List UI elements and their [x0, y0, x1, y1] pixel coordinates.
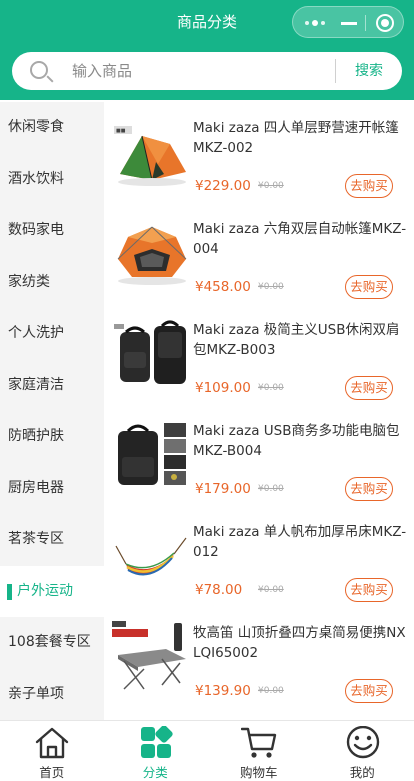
sidebar-item-outdoor-sports[interactable]: 户外运动 — [0, 566, 104, 618]
product-original-price: ¥0.00 — [258, 484, 284, 494]
buy-button[interactable]: 去购买 — [345, 376, 393, 400]
search-button[interactable]: 搜索 — [336, 52, 402, 90]
search-icon — [30, 61, 48, 79]
product-price: ¥109.00 — [195, 380, 251, 396]
tab-category[interactable]: 分类 — [104, 721, 208, 781]
product-price: ¥78.00 — [195, 582, 242, 598]
product-price: ¥179.00 — [195, 481, 251, 497]
product-name: Maki zaza 六角双层自动帐篷MKZ-004 — [193, 219, 407, 259]
tab-profile[interactable]: 我的 — [311, 721, 414, 781]
top-bar: 商品分类 搜索 — [0, 0, 414, 100]
sidebar-item-home-cleaning[interactable]: 家庭清洁 — [0, 360, 104, 412]
product-card[interactable]: Maki zaza USB商务多功能电脑包MKZ-B004 ¥179.00 ¥0… — [104, 405, 414, 506]
product-card[interactable]: Maki zaza 六角双层自动帐篷MKZ-004 ¥458.00 ¥0.00 … — [104, 203, 414, 304]
search-input[interactable] — [72, 59, 330, 83]
svg-text:■■: ■■ — [116, 128, 126, 134]
sidebar-item-label: 厨房电器 — [8, 480, 64, 496]
tab-label: 首页 — [0, 762, 104, 781]
product-card[interactable]: ■■ Maki zaza 四人单层野营速开帐篷MKZ-002 ¥229.00 ¥… — [104, 102, 414, 203]
sidebar-item-home-textiles[interactable]: 家纺类 — [0, 257, 104, 309]
mini-program-capsule — [292, 6, 404, 38]
buy-button[interactable]: 去购买 — [345, 477, 393, 501]
product-image-hexagon-tent[interactable] — [112, 215, 190, 293]
buy-button[interactable]: 去购买 — [345, 174, 393, 198]
cart-icon — [241, 726, 277, 760]
tab-home[interactable]: 首页 — [0, 721, 104, 781]
sidebar-item-drinks[interactable]: 酒水饮料 — [0, 154, 104, 206]
product-original-price: ¥0.00 — [258, 383, 284, 393]
buy-button[interactable]: 去购买 — [345, 578, 393, 602]
product-image-laptop-backpack[interactable] — [112, 417, 190, 495]
product-original-price: ¥0.00 — [258, 181, 284, 191]
sidebar-item-snacks[interactable]: 休闲零食 — [0, 102, 104, 154]
sidebar-item-108-packages[interactable]: 108套餐专区 — [0, 617, 104, 669]
sidebar-item-kitchen-appliances[interactable]: 厨房电器 — [0, 463, 104, 515]
sidebar-item-label: 休闲零食 — [8, 119, 64, 135]
capsule-divider — [365, 15, 366, 31]
minimize-icon[interactable] — [341, 15, 357, 31]
sidebar-item-label: 个人洗护 — [8, 325, 64, 341]
smiley-face-icon — [345, 726, 381, 760]
sidebar-item-label: 防晒护肤 — [8, 428, 64, 444]
product-original-price: ¥0.00 — [258, 585, 284, 595]
buy-button[interactable]: 去购买 — [345, 275, 393, 299]
category-sidebar: 休闲零食 酒水饮料 数码家电 家纺类 个人洗护 家庭清洁 防晒护肤 厨房电器 茗… — [0, 102, 104, 720]
sidebar-item-label: 家庭清洁 — [8, 377, 64, 393]
record-circle-icon[interactable] — [376, 14, 394, 32]
sidebar-item-label: 茗茶专区 — [8, 531, 64, 547]
product-name: Maki zaza USB商务多功能电脑包MKZ-B004 — [193, 421, 407, 461]
product-image-backpack[interactable] — [112, 316, 190, 394]
tab-label: 分类 — [104, 762, 208, 781]
product-original-price: ¥0.00 — [258, 282, 284, 292]
sidebar-item-label: 108套餐专区 — [8, 634, 91, 650]
sidebar-item-label: 亲子单项 — [8, 686, 64, 702]
product-card[interactable]: Maki zaza 单人帆布加厚吊床MKZ-012 ¥78.00 ¥0.00 去… — [104, 506, 414, 607]
sidebar-item-label: 酒水饮料 — [8, 171, 64, 187]
product-list: ■■ Maki zaza 四人单层野营速开帐篷MKZ-002 ¥229.00 ¥… — [104, 102, 414, 720]
home-icon — [34, 726, 70, 760]
sidebar-item-skincare[interactable]: 防晒护肤 — [0, 411, 104, 463]
product-image-tent[interactable]: ■■ — [112, 114, 190, 192]
sidebar-item-tea[interactable]: 茗茶专区 — [0, 514, 104, 566]
tab-cart[interactable]: 购物车 — [207, 721, 311, 781]
buy-button[interactable]: 去购买 — [345, 679, 393, 703]
product-image-folding-table[interactable] — [112, 619, 190, 697]
product-card[interactable]: Maki zaza 极简主义USB休闲双肩包MKZ-B003 ¥109.00 ¥… — [104, 304, 414, 405]
sidebar-item-label: 户外运动 — [8, 583, 73, 599]
product-card[interactable]: 牧高笛 山顶折叠四方桌简易便携NXLQI65002 ¥139.90 ¥0.00 … — [104, 607, 414, 708]
category-grid-icon — [138, 726, 174, 760]
sidebar-item-label: 家纺类 — [8, 274, 50, 290]
sidebar-item-personal-care[interactable]: 个人洗护 — [0, 308, 104, 360]
tab-label: 我的 — [311, 762, 414, 781]
tab-label: 购物车 — [207, 762, 311, 781]
sidebar-item-parent-child[interactable]: 亲子单项 — [0, 669, 104, 721]
product-price: ¥229.00 — [195, 178, 251, 194]
product-name: 牧高笛 山顶折叠四方桌简易便携NXLQI65002 — [193, 623, 407, 663]
product-original-price: ¥0.00 — [258, 686, 284, 696]
product-name: Maki zaza 极简主义USB休闲双肩包MKZ-B003 — [193, 320, 407, 360]
sidebar-item-label: 数码家电 — [8, 222, 64, 238]
search-bar: 搜索 — [12, 52, 402, 90]
product-image-hammock[interactable] — [112, 518, 190, 596]
sidebar-item-electronics[interactable]: 数码家电 — [0, 205, 104, 257]
product-name: Maki zaza 单人帆布加厚吊床MKZ-012 — [193, 522, 407, 562]
product-price: ¥458.00 — [195, 279, 251, 295]
bottom-tab-bar: 首页 分类 购物车 我的 — [0, 720, 414, 780]
product-price: ¥139.90 — [195, 683, 251, 699]
product-name: Maki zaza 四人单层野营速开帐篷MKZ-002 — [193, 118, 407, 158]
more-dots-icon[interactable] — [305, 16, 329, 30]
